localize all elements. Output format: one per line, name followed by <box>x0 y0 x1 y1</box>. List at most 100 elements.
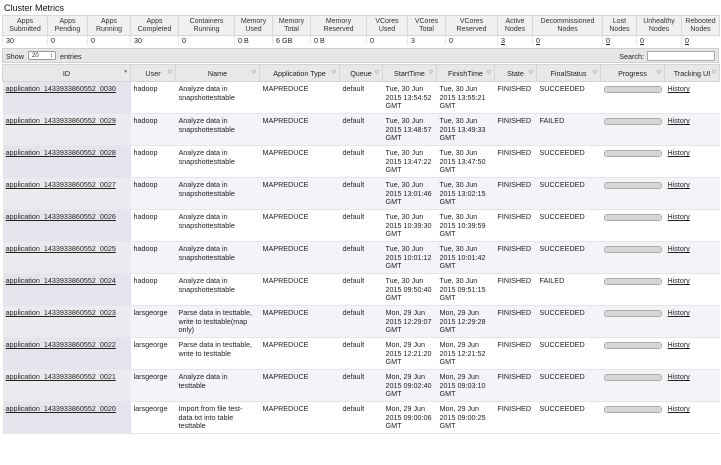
final-status-cell: FAILED <box>536 273 601 306</box>
application-id-cell[interactable]: application_1433933860552_0021 <box>2 369 131 402</box>
metric-value-cell[interactable]: 0 <box>602 35 637 45</box>
column-header[interactable]: FinalStatus ◇ <box>536 64 601 82</box>
application-id-link[interactable]: application_1433933860552_0020 <box>6 404 116 413</box>
metric-value-link[interactable]: 0 <box>640 36 644 45</box>
tracking-ui-cell[interactable]: History <box>664 81 720 114</box>
application-id-cell[interactable]: application_1433933860552_0030 <box>2 81 131 114</box>
tracking-ui-cell[interactable]: History <box>664 401 720 434</box>
history-link[interactable]: History <box>668 116 690 125</box>
application-id-cell[interactable]: application_1433933860552_0024 <box>2 273 131 306</box>
application-id-link[interactable]: application_1433933860552_0022 <box>6 340 116 349</box>
application-id-cell[interactable]: application_1433933860552_0025 <box>2 241 131 274</box>
application-id-cell[interactable]: application_1433933860552_0026 <box>2 209 131 242</box>
application-id-link[interactable]: application_1433933860552_0023 <box>6 308 116 317</box>
history-link[interactable]: History <box>668 372 690 381</box>
metric-value: 30 <box>130 35 179 45</box>
tracking-ui-cell[interactable]: History <box>664 305 720 338</box>
column-header-label: ID <box>62 68 71 78</box>
column-header[interactable]: Application Type ◇ <box>259 64 340 82</box>
tracking-ui-cell[interactable]: History <box>664 273 720 306</box>
history-link[interactable]: History <box>668 404 690 413</box>
start-time-cell: Tue, 30 Jun 2015 13:48:57 GMT <box>382 113 437 146</box>
state-cell: FINISHED <box>494 209 537 242</box>
user-cell: hadoop <box>130 81 176 114</box>
metric-value-cell[interactable]: 0 <box>681 35 720 45</box>
progress-fill <box>604 151 661 156</box>
metric-value-link[interactable]: 0 <box>536 36 540 45</box>
history-link[interactable]: History <box>668 340 690 349</box>
start-time-cell: Mon, 29 Jun 2015 09:00:06 GMT <box>382 401 437 434</box>
column-header[interactable]: State ◇ <box>494 64 537 82</box>
tracking-ui-cell[interactable]: History <box>664 177 720 210</box>
user-cell: hadoop <box>130 113 176 146</box>
tracking-ui-cell[interactable]: History <box>664 209 720 242</box>
finish-time-cell: Tue, 30 Jun 2015 10:01:42 GMT <box>436 241 495 274</box>
application-id-link[interactable]: application_1433933860552_0026 <box>6 212 116 221</box>
application-id-cell[interactable]: application_1433933860552_0023 <box>2 305 131 338</box>
state-cell: FINISHED <box>494 305 537 338</box>
application-id-link[interactable]: application_1433933860552_0030 <box>6 84 116 93</box>
application-id-link[interactable]: application_1433933860552_0025 <box>6 244 116 253</box>
start-time-cell: Mon, 29 Jun 2015 12:29:07 GMT <box>382 305 437 338</box>
history-link[interactable]: History <box>668 276 690 285</box>
metric-header: Memory Total <box>272 15 311 36</box>
column-header[interactable]: ID ▾ <box>2 64 131 82</box>
metric-header: Rebooted Nodes <box>681 15 720 36</box>
table-row: application_1433933860552_0025 hadoop Anal… <box>2 241 720 274</box>
progress-cell <box>600 273 665 306</box>
column-header[interactable]: Queue ◇ <box>339 64 383 82</box>
history-link[interactable]: History <box>668 244 690 253</box>
history-link[interactable]: History <box>668 84 690 93</box>
column-header-label: Tracking UI <box>673 68 711 78</box>
application-id-cell[interactable]: application_1433933860552_0027 <box>2 177 131 210</box>
application-id-cell[interactable]: application_1433933860552_0028 <box>2 145 131 178</box>
user-cell: larsgeorge <box>130 369 176 402</box>
application-id-link[interactable]: application_1433933860552_0024 <box>6 276 116 285</box>
metric-value-link[interactable]: 3 <box>501 36 505 45</box>
history-link[interactable]: History <box>668 148 690 157</box>
metric-value-cell[interactable]: 0 <box>532 35 603 45</box>
metric-value-link[interactable]: 0 <box>606 36 610 45</box>
progress-bar <box>603 310 662 317</box>
column-header[interactable]: User ◇ <box>130 64 176 82</box>
tracking-ui-cell[interactable]: History <box>664 337 720 370</box>
metric-value: 0 <box>445 35 498 45</box>
entries-per-page-select[interactable]: 20 ↕ <box>28 51 56 60</box>
progress-cell <box>600 337 665 370</box>
progress-fill <box>604 279 661 284</box>
history-link[interactable]: History <box>668 212 690 221</box>
application-id-cell[interactable]: application_1433933860552_0022 <box>2 337 131 370</box>
state-cell: FINISHED <box>494 145 537 178</box>
application-id-link[interactable]: application_1433933860552_0027 <box>6 180 116 189</box>
application-id-link[interactable]: application_1433933860552_0029 <box>6 116 116 125</box>
tracking-ui-cell[interactable]: History <box>664 369 720 402</box>
metric-value-cell[interactable]: 0 <box>636 35 682 45</box>
table-row: application_1433933860552_0021 larsgeorge… <box>2 369 720 402</box>
column-header[interactable]: Progress ◇ <box>600 64 665 82</box>
final-status-cell: SUCCEEDED <box>536 145 601 178</box>
table-row: application_1433933860552_0022 larsgeorge… <box>2 337 720 370</box>
tracking-ui-cell[interactable]: History <box>664 241 720 274</box>
tracking-ui-cell[interactable]: History <box>664 145 720 178</box>
history-link[interactable]: History <box>668 308 690 317</box>
metric-header: VCores Total <box>407 15 446 36</box>
application-id-link[interactable]: application_1433933860552_0021 <box>6 372 116 381</box>
column-header[interactable]: FinishTime ◇ <box>436 64 495 82</box>
queue-cell: default <box>339 241 383 274</box>
search-input[interactable] <box>647 51 715 61</box>
column-header-label: State <box>507 68 524 78</box>
metric-value-link[interactable]: 0 <box>685 36 689 45</box>
name-cell: Analyze data in snapshottesttable <box>175 241 260 274</box>
page-title: Cluster Metrics <box>4 3 65 13</box>
queue-cell: default <box>339 81 383 114</box>
column-header[interactable]: StartTime ◇ <box>382 64 437 82</box>
column-header[interactable]: Name ◇ <box>175 64 260 82</box>
tracking-ui-cell[interactable]: History <box>664 113 720 146</box>
column-header[interactable]: Tracking UI ◇ <box>664 64 720 82</box>
application-id-cell[interactable]: application_1433933860552_0020 <box>2 401 131 434</box>
application-id-cell[interactable]: application_1433933860552_0029 <box>2 113 131 146</box>
application-id-link[interactable]: application_1433933860552_0028 <box>6 148 116 157</box>
history-link[interactable]: History <box>668 180 690 189</box>
metric-value-cell[interactable]: 3 <box>497 35 533 45</box>
metric-header: Active Nodes <box>497 15 533 36</box>
